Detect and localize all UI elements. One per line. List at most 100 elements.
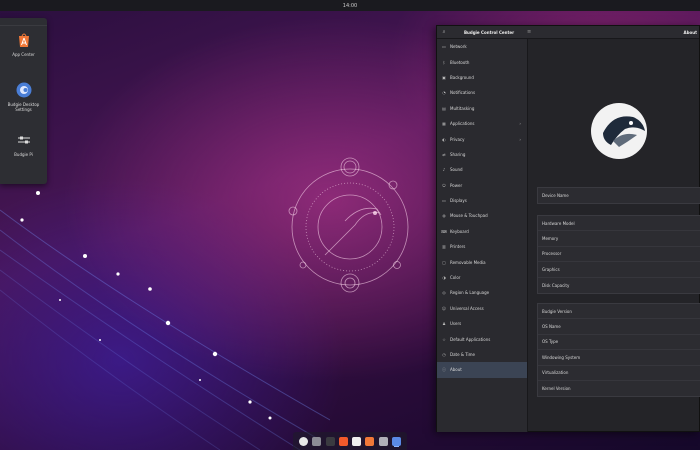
app-entry-label: App Center [12, 52, 35, 57]
app-menu-search[interactable] [0, 18, 47, 26]
clock[interactable]: 14:00 [343, 3, 357, 9]
sidebar-item-label: Bluetooth [450, 59, 470, 65]
files-icon[interactable] [312, 436, 322, 446]
budgie-settings-icon [16, 82, 31, 98]
sidebar-item-sharing[interactable]: ⇄ Sharing [437, 147, 527, 162]
default-apps-icon: ☆ [442, 336, 446, 342]
sidebar-item-bluetooth[interactable]: ᛒ Bluetooth [437, 54, 527, 69]
bluetooth-icon: ᛒ [442, 59, 446, 65]
control-center-icon[interactable] [391, 436, 401, 446]
sidebar-item-color[interactable]: ◑ Color [437, 270, 527, 285]
info-row-hardware-model: Hardware Model [538, 216, 700, 232]
budgie-menu-icon[interactable] [299, 436, 309, 446]
hamburger-menu-icon[interactable]: ≡ [527, 29, 535, 35]
sidebar-item-label: Power [450, 182, 463, 188]
wallpaper-light-trails [0, 191, 330, 450]
sidebar-item-printers[interactable]: ▥ Printers [437, 239, 527, 254]
sidebar-item-region-language[interactable]: ◎ Region & Language [437, 285, 527, 300]
sidebar-item-applications[interactable]: ▦ Applications › [437, 116, 527, 131]
sidebar-item-default-applications[interactable]: ☆ Default Applications [437, 331, 527, 346]
text-editor-icon[interactable] [352, 436, 362, 446]
power-icon: ⏻ [442, 182, 446, 188]
region-icon: ◎ [442, 290, 446, 296]
clock-icon: ◷ [442, 352, 446, 357]
applications-icon: ▦ [442, 121, 446, 127]
sidebar-item-label: Displays [450, 198, 467, 204]
info-row-os-name: OS Name [538, 319, 700, 335]
background-icon: ▣ [442, 74, 446, 80]
sidebar-item-universal-access[interactable]: ☺ Universal Access [437, 301, 527, 316]
info-row-memory: Memory [538, 231, 700, 247]
search-icon[interactable]: ⌕ [437, 29, 451, 35]
multitasking-icon: ▤ [442, 105, 446, 111]
notifications-icon: ◔ [442, 90, 446, 96]
sidebar-item-network[interactable]: ▭ Network [437, 39, 527, 54]
app-entry-app-center[interactable]: App Center [0, 26, 47, 76]
sidebar-item-label: Region & Language [450, 290, 490, 296]
top-panel: 14:00 [0, 0, 700, 11]
info-row-graphics: Graphics [538, 262, 700, 278]
info-row-os-type: OS Type [538, 335, 700, 351]
sidebar-item-label: Users [450, 321, 462, 327]
ubuntu-budgie-logo [591, 103, 647, 159]
device-name-group: Device Name [537, 187, 700, 205]
sidebar-item-notifications[interactable]: ◔ Notifications [437, 85, 527, 100]
sidebar-item-background[interactable]: ▣ Background [437, 70, 527, 85]
info-label: Budgie Version [542, 308, 572, 314]
dock [293, 432, 407, 450]
sidebar-item-label: Privacy [450, 136, 465, 142]
sidebar-item-label: Keyboard [450, 228, 469, 234]
info-row-windowing-system: Windowing System [538, 350, 700, 366]
users-icon: ♟ [442, 321, 446, 327]
sidebar-item-displays[interactable]: ▭ Displays [437, 193, 527, 208]
mouse-icon: ◍ [442, 213, 446, 219]
app-center-icon[interactable] [365, 436, 375, 446]
sidebar-item-sound[interactable]: ♪ Sound [437, 162, 527, 177]
sidebar-item-removable-media[interactable]: ▢ Removable Media [437, 254, 527, 269]
window-title: Budgie Control Center [463, 29, 515, 35]
app-entry-budgie-desktop-settings[interactable]: Budgie Desktop Settings [0, 76, 47, 126]
sidebar-item-label: Universal Access [450, 305, 484, 311]
chevron-right-icon: › [519, 136, 521, 142]
sidebar-item-keyboard[interactable]: ⌨ Keyboard [437, 224, 527, 239]
sidebar-item-label: Notifications [450, 90, 476, 96]
app-entry-budgie-pi[interactable]: Budgie Pi [0, 126, 47, 176]
info-label: OS Name [542, 324, 561, 330]
page-title: About [683, 29, 697, 35]
app-entry-label: Budgie Pi [14, 152, 33, 157]
sidebar-item-about[interactable]: ⓘ About [437, 362, 527, 378]
sidebar-item-label: Sound [450, 167, 463, 173]
sidebar-item-power[interactable]: ⏻ Power [437, 178, 527, 193]
brave-icon[interactable] [338, 436, 348, 446]
info-row-processor: Processor [538, 247, 700, 263]
sidebar-item-date-time[interactable]: ◷ Date & Time [437, 347, 527, 362]
app-center-icon [18, 33, 29, 47]
sidebar-item-label: Network [450, 44, 467, 50]
sidebar-item-label: Color [450, 275, 461, 281]
network-icon: ▭ [442, 44, 446, 50]
sidebar-item-mouse-touchpad[interactable]: ◍ Mouse & Touchpad [437, 208, 527, 223]
terminal-icon[interactable] [325, 436, 335, 446]
sidebar-item-users[interactable]: ♟ Users [437, 316, 527, 331]
info-label: Processor [542, 251, 562, 257]
software-group: Budgie Version OS Name OS Type Windowing Sy… [537, 303, 700, 398]
sidebar-item-label: Date & Time [450, 352, 476, 357]
window-headerbar: ⌕ Budgie Control Center ≡ About [437, 26, 699, 39]
device-name-row[interactable]: Device Name [538, 188, 700, 203]
info-row-disk-capacity: Disk Capacity [538, 278, 700, 293]
settings-icon[interactable] [378, 436, 388, 446]
printer-icon: ▥ [442, 244, 446, 250]
info-label: Virtualization [542, 370, 569, 376]
info-label: Device Name [542, 193, 569, 199]
sound-icon: ♪ [442, 167, 446, 173]
privacy-icon: ◐ [442, 136, 446, 142]
sidebar-item-label: Removable Media [450, 259, 486, 265]
info-label: Windowing System [542, 354, 581, 360]
sidebar-item-privacy[interactable]: ◐ Privacy › [437, 131, 527, 146]
info-label: OS Type [542, 339, 559, 345]
color-icon: ◑ [442, 275, 446, 281]
sidebar-item-multitasking[interactable]: ▤ Multitasking [437, 101, 527, 116]
accessibility-icon: ☺ [441, 305, 447, 311]
sidebar-item-label: Applications [450, 121, 475, 127]
sharing-icon: ⇄ [442, 151, 446, 157]
